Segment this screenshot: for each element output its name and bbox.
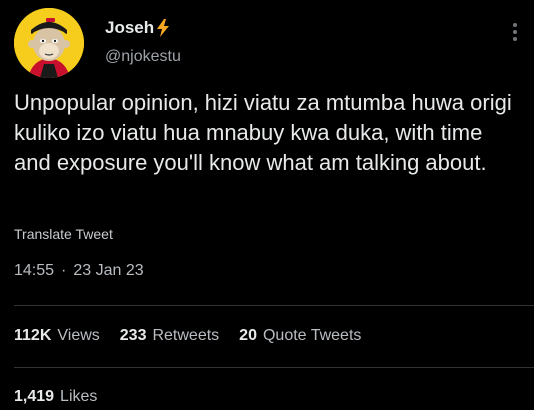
translate-tweet-link[interactable]: Translate Tweet (14, 226, 113, 242)
retweets-count: 233 (119, 327, 147, 344)
likes-label: Likes (60, 388, 98, 405)
retweets-stat[interactable]: 233 Retweets (120, 327, 219, 345)
avatar[interactable] (14, 8, 84, 78)
tweet-timestamp[interactable]: 14:55 · 23 Jan 23 (14, 262, 144, 280)
retweets-label: Retweets (152, 327, 220, 344)
tweet-date[interactable]: 23 Jan 23 (73, 262, 143, 280)
author-handle[interactable]: @njokestu (105, 48, 181, 66)
more-options-icon[interactable] (512, 20, 518, 44)
author-name-row[interactable]: Joseh (105, 18, 170, 38)
tweet-header: Joseh @njokestu (14, 8, 524, 80)
quote-tweets-stat[interactable]: 20 Quote Tweets (239, 327, 361, 345)
divider (14, 367, 534, 368)
tweet-text: Unpopular opinion, hizi viatu za mtumba … (14, 90, 512, 175)
author-name[interactable]: Joseh (105, 18, 154, 38)
quotes-count: 20 (239, 327, 257, 344)
views-stat[interactable]: 112K Views (14, 327, 100, 345)
quotes-label: Quote Tweets (262, 327, 362, 344)
ape-avatar-icon (14, 8, 84, 78)
lightning-bolt-icon (157, 19, 170, 37)
likes-count: 1,419 (14, 388, 55, 405)
engagement-stats: 112K Views 233 Retweets 20 Quote Tweets (14, 327, 381, 345)
views-count: 112K (14, 327, 52, 344)
likes-stat[interactable]: 1,419 Likes (14, 388, 97, 406)
tweet-time[interactable]: 14:55 (14, 262, 54, 280)
views-label: Views (57, 327, 100, 344)
separator-dot: · (61, 262, 67, 279)
divider (14, 305, 534, 306)
